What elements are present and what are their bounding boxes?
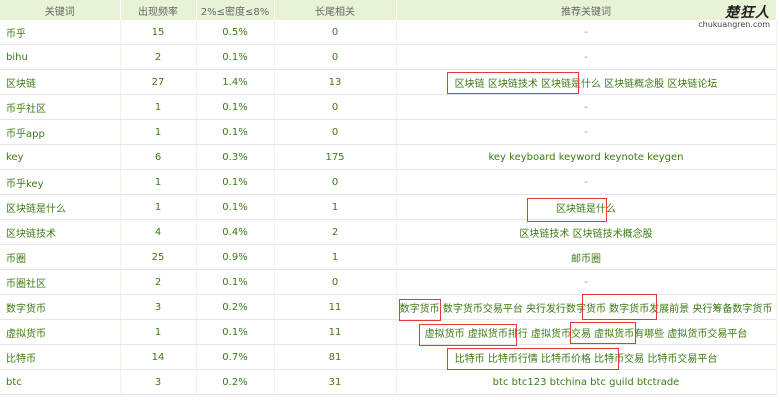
frequency-cell: 1 xyxy=(120,194,197,220)
col-keyword[interactable]: 关键词 xyxy=(0,0,121,20)
recommended-cell[interactable]: - xyxy=(396,119,777,145)
recommended-cell[interactable]: 区块链 区块链技术 区块链是什么 区块链概念股 区块链论坛 xyxy=(396,69,777,95)
density-cell: 0.5% xyxy=(196,20,275,45)
frequency-cell: 6 xyxy=(120,144,197,170)
density-cell: 0.3% xyxy=(196,144,275,170)
longtail-cell: 0 xyxy=(274,44,397,70)
longtail-cell: 31 xyxy=(274,369,397,395)
table-header-row: 关键词 出现频率 2%≤密度≤8% 长尾相关 推荐关键词 xyxy=(0,0,777,20)
keyword-cell[interactable]: 虚拟货币 xyxy=(0,319,121,345)
keyword-cell[interactable]: 数字货币 xyxy=(0,294,121,320)
recommended-cell[interactable]: btc btc123 btchina btc guild btctrade xyxy=(396,369,777,395)
recommended-cell[interactable]: 比特币 比特币行情 比特币价格 比特币交易 比特币交易平台 xyxy=(396,344,777,370)
density-cell: 0.4% xyxy=(196,219,275,245)
keyword-cell[interactable]: 币乎 xyxy=(0,20,121,45)
frequency-cell: 3 xyxy=(120,369,197,395)
keyword-cell[interactable]: key xyxy=(0,144,121,170)
density-cell: 0.1% xyxy=(196,269,275,295)
keyword-cell[interactable]: 币乎社区 xyxy=(0,94,121,120)
longtail-cell: 13 xyxy=(274,69,397,95)
recommended-cell[interactable]: key keyboard keyword keynote keygen xyxy=(396,144,777,170)
recommended-cell[interactable]: - xyxy=(396,269,777,295)
table-row: 币圈 25 0.9% 1 邮币圈 xyxy=(0,244,777,270)
longtail-cell: 11 xyxy=(274,319,397,345)
frequency-cell: 15 xyxy=(120,20,197,45)
longtail-cell: 0 xyxy=(274,269,397,295)
table-row: 区块链技术 4 0.4% 2 区块链技术 区块链技术概念股 xyxy=(0,219,777,245)
recommended-cell[interactable]: - xyxy=(396,94,777,120)
density-cell: 0.1% xyxy=(196,169,275,195)
keyword-cell[interactable]: btc xyxy=(0,369,121,395)
density-cell: 1.4% xyxy=(196,69,275,95)
keyword-cell[interactable]: bihu xyxy=(0,44,121,70)
table-row: 币乎app 1 0.1% 0- xyxy=(0,119,777,145)
longtail-cell: 0 xyxy=(274,119,397,145)
table-row: key 6 0.3% 175 key keyboard keyword keynote … xyxy=(0,144,777,170)
recommended-cell[interactable]: 区块链是什么 xyxy=(396,194,777,220)
density-cell: 0.1% xyxy=(196,94,275,120)
frequency-cell: 3 xyxy=(120,294,197,320)
keyword-cell[interactable]: 比特币 xyxy=(0,344,121,370)
longtail-cell: 0 xyxy=(274,169,397,195)
logo-url: chukuangren.com xyxy=(698,20,770,29)
density-cell: 0.2% xyxy=(196,294,275,320)
keyword-cell[interactable]: 区块链 xyxy=(0,69,121,95)
frequency-cell: 14 xyxy=(120,344,197,370)
recommended-cell[interactable]: 虚拟货币 虚拟货币排行 虚拟货币交易 虚拟货币有哪些 虚拟货币交易平台 xyxy=(396,319,777,345)
density-cell: 0.1% xyxy=(196,119,275,145)
longtail-cell: 1 xyxy=(274,194,397,220)
recommended-cell[interactable]: 区块链技术 区块链技术概念股 xyxy=(396,219,777,245)
recommended-cell[interactable]: - xyxy=(396,169,777,195)
recommended-cell[interactable]: 数字货币 数字货币交易平台 央行发行数字货币 数字货币发展前景 央行筹备数字货币 xyxy=(396,294,777,320)
table-row: 币乎社区 1 0.1% 0- xyxy=(0,94,777,120)
table-row: 币乎key 1 0.1% 0- xyxy=(0,169,777,195)
longtail-cell: 175 xyxy=(274,144,397,170)
density-cell: 0.9% xyxy=(196,244,275,270)
table-row: 区块链 27 1.4% 13 区块链 区块链技术 区块链是什么 区块链概念股 区块链论坛 xyxy=(0,69,777,95)
table-row: 区块链是什么 1 0.1% 1 区块链是什么 xyxy=(0,194,777,220)
frequency-cell: 27 xyxy=(120,69,197,95)
table-row: 虚拟货币 1 0.1% 11 虚拟货币 虚拟货币排行 虚拟货币交易 虚拟货币有哪些 虚拟… xyxy=(0,319,777,345)
frequency-cell: 1 xyxy=(120,94,197,120)
frequency-cell: 25 xyxy=(120,244,197,270)
density-cell: 0.7% xyxy=(196,344,275,370)
density-cell: 0.1% xyxy=(196,319,275,345)
col-longtail[interactable]: 长尾相关 xyxy=(274,0,397,20)
keyword-cell[interactable]: 区块链是什么 xyxy=(0,194,121,220)
keyword-cell[interactable]: 币乎app xyxy=(0,119,121,145)
table-row: 币乎 15 0.5% 0- xyxy=(0,20,777,45)
density-cell: 0.1% xyxy=(196,44,275,70)
longtail-cell: 2 xyxy=(274,219,397,245)
density-cell: 0.2% xyxy=(196,369,275,395)
frequency-cell: 4 xyxy=(120,219,197,245)
table-row: bihu 2 0.1% 0- xyxy=(0,44,777,70)
frequency-cell: 1 xyxy=(120,119,197,145)
recommended-cell[interactable]: - xyxy=(396,44,777,70)
longtail-cell: 1 xyxy=(274,244,397,270)
density-cell: 0.1% xyxy=(196,194,275,220)
frequency-cell: 1 xyxy=(120,169,197,195)
table-row: 比特币 14 0.7% 81 比特币 比特币行情 比特币价格 比特币交易 比特币交易平台 xyxy=(0,344,777,370)
frequency-cell: 2 xyxy=(120,269,197,295)
col-density[interactable]: 2%≤密度≤8% xyxy=(196,0,275,20)
longtail-cell: 0 xyxy=(274,20,397,45)
frequency-cell: 1 xyxy=(120,319,197,345)
keyword-cell[interactable]: 币圈社区 xyxy=(0,269,121,295)
longtail-cell: 0 xyxy=(274,94,397,120)
logo-mark: 楚狂人 xyxy=(725,5,770,21)
keyword-cell[interactable]: 区块链技术 xyxy=(0,219,121,245)
recommended-cell[interactable]: 邮币圈 xyxy=(396,244,777,270)
table-row: 数字货币 3 0.2% 11 数字货币 数字货币交易平台 央行发行数字货币 数字货币发展… xyxy=(0,294,777,320)
longtail-cell: 11 xyxy=(274,294,397,320)
keyword-cell[interactable]: 币乎key xyxy=(0,169,121,195)
keyword-cell[interactable]: 币圈 xyxy=(0,244,121,270)
keyword-table: 关键词 出现频率 2%≤密度≤8% 长尾相关 推荐关键词 币乎 15 0.5% 0- b… xyxy=(0,0,777,395)
col-frequency[interactable]: 出现频率 xyxy=(120,0,197,20)
site-logo: 楚狂人 chukuangren.com xyxy=(698,2,770,29)
longtail-cell: 81 xyxy=(274,344,397,370)
frequency-cell: 2 xyxy=(120,44,197,70)
table-row: btc 3 0.2% 31 btc btc123 btchina btc guild b… xyxy=(0,369,777,395)
table-row: 币圈社区 2 0.1% 0- xyxy=(0,269,777,295)
